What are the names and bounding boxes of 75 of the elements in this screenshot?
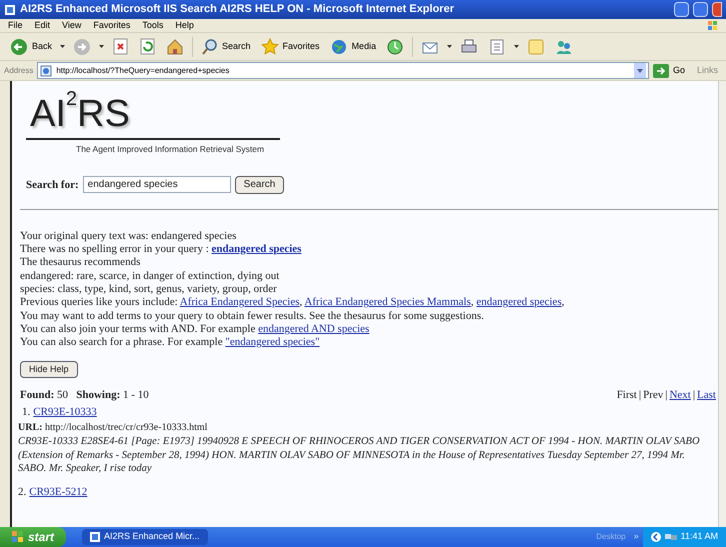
- pager-link[interactable]: Last: [697, 387, 716, 404]
- pager-text: Prev: [643, 388, 664, 404]
- query-link[interactable]: endangered species: [476, 296, 562, 308]
- help-text: Your original query text was: endangered species: [20, 230, 238, 244]
- menu-item[interactable]: Tools: [142, 18, 164, 32]
- search-field[interactable]: endangered species: [82, 176, 231, 194]
- help-text: species: class, type, kind, sort, genus, variety, group, order: [20, 282, 278, 296]
- menu-item[interactable]: Edit: [34, 18, 50, 32]
- printer-icon: [460, 38, 478, 56]
- pager-text: First: [616, 388, 637, 404]
- stop-icon: [112, 38, 130, 56]
- dropdown-caret-icon[interactable]: [60, 44, 66, 48]
- star-icon: [260, 38, 279, 56]
- query-link[interactable]: endangered AND species: [258, 322, 370, 335]
- maximize-button[interactable]: [693, 2, 708, 17]
- clock: 11:41 AM: [680, 530, 718, 544]
- scrollbar[interactable]: [718, 81, 726, 527]
- help-text: You may want to add terms to your query to obtain fewer results. See the thesaurus for some suggestions.: [20, 310, 485, 323]
- query-link[interactable]: Africa Endangered Species Mammals: [304, 296, 471, 308]
- search-icon: [201, 38, 218, 56]
- result-link[interactable]: CR93E-10333: [30, 404, 97, 420]
- results-summary: Found: 50 Showing: 1 - 10: [20, 388, 149, 404]
- clock-icon: [386, 38, 404, 56]
- app-icon: [4, 4, 16, 16]
- address-field[interactable]: http://localhost/?TheQuery=endangered+species: [37, 62, 649, 79]
- menu-item[interactable]: Favorites: [93, 18, 130, 32]
- pager-link[interactable]: Next: [669, 387, 691, 404]
- window-title: AI2RS Enhanced Microsoft IIS Search AI2RS HELP ON - Microsoft Internet Explorer: [20, 2, 455, 18]
- back-button[interactable]: Back: [8, 36, 54, 58]
- windows-flag-icon: [708, 20, 718, 30]
- dropdown-caret-icon[interactable]: [447, 44, 452, 48]
- close-button[interactable]: [712, 2, 722, 17]
- help-text: You can also search for a phrase. For example "endangered species": [20, 336, 321, 350]
- separator-text: |: [692, 388, 696, 404]
- dropdown-caret-icon[interactable]: [514, 44, 520, 48]
- tagline: The Agent Improved Information Retrieval System: [76, 143, 266, 156]
- favorites-button[interactable]: Favorites: [258, 36, 322, 58]
- search-label: Search for:: [26, 178, 79, 192]
- help-text: endangered: rare, scarce, in danger of extinction, dying out: [20, 270, 280, 283]
- windows-flag-icon: [12, 531, 24, 543]
- result-abstract: CR93E-10333 E28SE4-61 [Page: E1973] 19940928 E SPEECH OF RHINOCEROS AND TIGER CONSERVATION ACT OF 1994 - HON. MARTIN OLAV SABO (Extension of Remarks - September 28, 1994) HON. MARTIN OLAV SABO OF MINNESOTA in the House of Representatives Tuesday September 27, 1994 Mr. SABO. Mr. Speaker, I rise today: [18, 435, 701, 476]
- address-label: Address: [4, 64, 34, 76]
- go-button[interactable]: Go: [652, 64, 685, 78]
- help-text: There was no spelling error in your query : endangered species: [20, 243, 302, 256]
- menu-item[interactable]: File: [8, 18, 23, 32]
- minimize-button[interactable]: [674, 2, 689, 17]
- result-url: URL: http://localhost/trec/cr/cr93e-10333.html: [18, 421, 208, 436]
- hide-help-button[interactable]: Hide Help: [20, 361, 78, 378]
- network-icon: [664, 532, 677, 542]
- result-number: 2.: [18, 485, 26, 500]
- globe-icon: [330, 38, 348, 56]
- separator-text: |: [638, 388, 642, 404]
- help-text: Previous queries like yours include: Africa Endangered Species, Africa Endangered Species Mammals, endangered species,: [20, 296, 566, 310]
- page-icon: [40, 64, 52, 76]
- refresh-icon: [139, 38, 156, 56]
- menu-item[interactable]: Help: [175, 18, 194, 32]
- query-link[interactable]: endangered species: [212, 243, 302, 256]
- app-icon: [90, 532, 100, 542]
- help-text: You can also join your terms with AND. For example endangered AND species: [20, 322, 370, 336]
- result-number: 1.: [22, 404, 30, 420]
- back-chevron-icon[interactable]: [650, 532, 661, 542]
- taskbar-window-button[interactable]: AI2RS Enhanced Micr...: [82, 529, 208, 545]
- search-button[interactable]: Search: [234, 176, 284, 194]
- note-icon: [527, 38, 546, 56]
- query-link[interactable]: "endangered species": [225, 336, 320, 348]
- home-icon: [166, 38, 184, 56]
- separator-text: |: [664, 388, 668, 404]
- menu-item[interactable]: View: [62, 18, 82, 32]
- media-button[interactable]: Media: [328, 36, 378, 58]
- result-link[interactable]: CR93E-5212: [26, 484, 88, 501]
- search-button[interactable]: Search: [199, 36, 253, 58]
- help-text: The thesaurus recommends: [20, 256, 142, 270]
- dropdown-caret-icon[interactable]: [99, 44, 104, 48]
- query-link[interactable]: Africa Endangered Species: [180, 296, 300, 308]
- document-icon: [488, 38, 506, 56]
